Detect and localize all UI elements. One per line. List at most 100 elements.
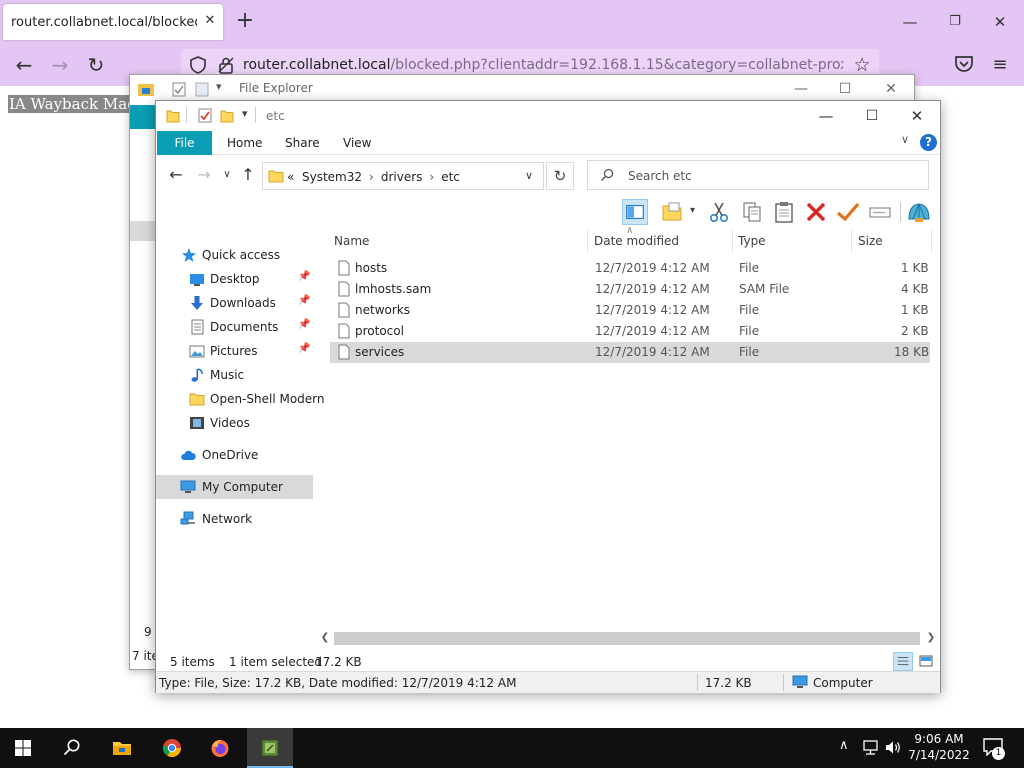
tab-share[interactable]: Share [271,131,334,155]
nav-documents[interactable]: Documents 📌 [156,315,313,339]
nav-videos[interactable]: Videos [156,411,313,435]
nav-label: Quick access [202,248,281,262]
nav-label: Desktop [210,272,260,286]
background-maximize-button[interactable]: ☐ [830,79,860,99]
search-input[interactable]: Search etc [587,160,929,190]
column-type[interactable]: Type [734,229,852,253]
column-date-modified[interactable]: Date modified [590,229,733,253]
minimize-button[interactable]: — [804,103,848,129]
file-icon [338,323,350,339]
large-icons-view-icon[interactable] [916,652,936,671]
chevron-right-icon[interactable]: › [429,170,434,184]
breadcrumb-overflow[interactable]: « [287,170,294,184]
address-dropdown-icon[interactable]: ∨ [525,169,533,182]
window-title-bar[interactable]: ▾ etc — ☐ ✕ [156,101,940,131]
taskbar-active-app[interactable] [247,728,293,768]
network-tray-icon[interactable] [862,740,879,755]
address-bar[interactable]: « System32 › drivers › etc ∨ [262,162,544,190]
taskbar-clock[interactable]: 9:06 AM 7/14/2022 [906,731,972,763]
shield-icon[interactable] [189,56,207,74]
horizontal-scrollbar[interactable]: ❮ ❯ [316,629,940,647]
file-explorer-window[interactable]: ▾ etc — ☐ ✕ File Home Share View ∨ ? ← →… [155,100,941,693]
file-row-selected[interactable]: services 12/7/2019 4:12 AM File 18 KB [330,342,930,363]
nav-quick-access[interactable]: Quick access [156,243,313,267]
background-close-button[interactable]: ✕ [876,79,906,99]
maximize-button[interactable]: ☐ [850,103,894,129]
nav-pictures[interactable]: Pictures 📌 [156,339,313,363]
column-size[interactable]: Size [854,229,932,253]
browser-close-button[interactable]: ✕ [988,10,1012,34]
nav-music[interactable]: Music [156,363,313,387]
cut-icon[interactable] [706,199,732,225]
new-folder-menu-icon[interactable] [660,199,686,225]
taskbar-file-explorer[interactable] [99,728,145,768]
refresh-button[interactable]: ↻ [546,162,574,190]
delete-icon[interactable] [803,199,829,225]
chevron-right-icon[interactable]: › [369,170,374,184]
pocket-icon[interactable] [953,53,975,75]
forward-arrow-icon[interactable]: → [47,52,73,78]
column-name[interactable]: Name [330,229,588,253]
tab-view[interactable]: View [329,131,385,155]
new-folder-dropdown-icon[interactable]: ▾ [690,205,695,216]
nav-my-computer[interactable]: My Computer [156,475,313,499]
preview-pane-icon[interactable] [622,199,648,225]
rename-icon[interactable] [867,199,893,225]
breadcrumb-drivers[interactable]: drivers [381,170,423,184]
navigation-pane: Quick access Desktop 📌 Downloads 📌 Docum… [156,241,326,631]
column-headers: ∧ Name Date modified Type Size [330,225,935,253]
browser-restore-button[interactable]: ❐ [943,10,967,34]
quick-access-dropdown-icon[interactable]: ▾ [216,80,222,93]
file-row[interactable]: lmhosts.sam 12/7/2019 4:12 AM SAM File 4… [330,279,930,300]
taskbar-firefox[interactable] [197,728,243,768]
scroll-right-icon[interactable]: ❯ [924,631,938,645]
nav-open-shell[interactable]: Open-Shell Modern [156,387,325,411]
background-minimize-button[interactable]: — [786,79,816,99]
back-arrow-icon[interactable]: ← [166,165,186,185]
nav-downloads[interactable]: Downloads 📌 [156,291,313,315]
breadcrumb-etc[interactable]: etc [441,170,460,184]
bookmark-star-icon[interactable]: ☆ [851,54,873,76]
browser-minimize-button[interactable]: — [898,10,922,34]
taskbar-chrome[interactable] [149,728,195,768]
file-type: File [739,261,760,275]
copy-icon[interactable] [739,199,765,225]
tab-file[interactable]: File [157,131,212,155]
back-arrow-icon[interactable]: ← [11,52,37,78]
nav-onedrive[interactable]: OneDrive [156,443,313,467]
close-button[interactable]: ✕ [895,103,939,129]
scrollbar-thumb[interactable] [334,632,920,645]
file-type: File [739,324,760,338]
properties-icon[interactable] [198,108,212,123]
paste-icon[interactable] [771,199,797,225]
quick-access-dropdown-icon[interactable]: ▾ [242,107,248,120]
start-button[interactable] [0,728,46,768]
tab-home[interactable]: Home [213,131,276,155]
chevron-down-icon[interactable]: ∨ [901,133,909,146]
checkmark-icon[interactable] [835,199,861,225]
forward-arrow-icon[interactable]: → [194,165,214,185]
help-icon[interactable]: ? [920,134,937,151]
scroll-left-icon[interactable]: ❮ [318,631,332,645]
new-folder-icon[interactable] [220,108,234,123]
show-hidden-icons-chevron-icon[interactable]: ∧ [839,738,849,753]
shell-icon[interactable] [906,199,932,225]
menu-icon[interactable]: ≡ [988,53,1012,77]
reload-icon[interactable]: ↻ [83,52,109,78]
lock-icon[interactable] [217,56,235,74]
nav-network[interactable]: Network [156,507,313,531]
close-tab-icon[interactable]: ✕ [201,12,219,30]
recent-locations-chevron-icon[interactable]: ∨ [217,165,237,185]
up-arrow-icon[interactable]: ↑ [238,165,258,185]
breadcrumb-system32[interactable]: System32 [302,170,362,184]
file-row[interactable]: hosts 12/7/2019 4:12 AM File 1 KB [330,258,930,279]
nav-desktop[interactable]: Desktop 📌 [156,267,313,291]
details-view-icon[interactable] [893,652,913,671]
search-button[interactable] [49,728,95,768]
volume-icon[interactable] [885,740,902,755]
browser-tab[interactable]: router.collabnet.local/blocked.php? ✕ [3,4,223,40]
file-row[interactable]: protocol 12/7/2019 4:12 AM File 2 KB [330,321,930,342]
folder-icon [268,170,284,183]
file-row[interactable]: networks 12/7/2019 4:12 AM File 1 KB [330,300,930,321]
new-tab-button[interactable]: + [234,10,256,32]
